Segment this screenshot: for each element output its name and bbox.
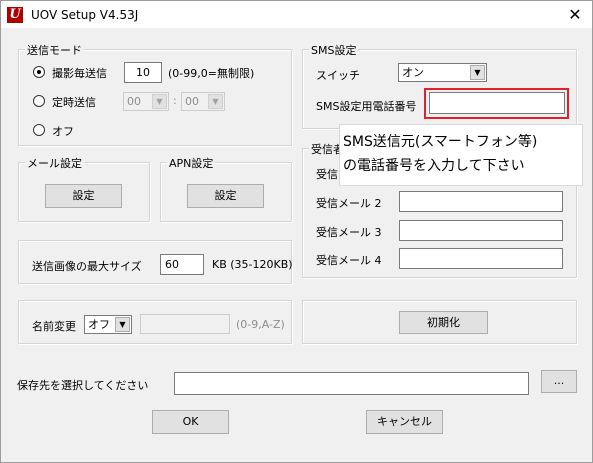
send-mode-title: 送信モード	[25, 42, 84, 58]
recipient-2-input[interactable]	[399, 191, 563, 212]
recipient-3-label: 受信メール 3	[316, 226, 382, 239]
rename-label: 名前変更	[32, 320, 76, 333]
image-size-input[interactable]: 60	[160, 254, 204, 275]
highlight-box	[424, 88, 569, 119]
ok-button[interactable]: OK	[152, 410, 229, 434]
timed-hour-select[interactable]: 00 ▼	[123, 92, 169, 111]
chevron-down-icon: ▼	[208, 94, 223, 109]
timed-label: 定時送信	[52, 96, 96, 109]
recipient-3-input[interactable]	[399, 220, 563, 241]
timed-separator: :	[173, 94, 177, 107]
image-size-label: 送信画像の最大サイズ	[32, 260, 142, 273]
chevron-down-icon: ▼	[470, 65, 485, 80]
cancel-button[interactable]: キャンセル	[366, 410, 443, 434]
sms-phone-label: SMS設定用電話番号	[316, 100, 417, 113]
save-location-label: 保存先を選択してください	[17, 379, 149, 392]
rename-input[interactable]	[140, 314, 230, 334]
browse-button[interactable]: ...	[541, 370, 577, 393]
recipient-2-label: 受信メール 2	[316, 197, 382, 210]
sms-settings-title: SMS設定	[309, 42, 359, 58]
per-shot-label: 撮影毎送信	[52, 67, 107, 80]
off-label: オフ	[52, 125, 74, 138]
rename-select[interactable]: オフ ▼	[84, 315, 132, 334]
timed-hour-value: 00	[127, 95, 141, 108]
app-icon: U	[7, 7, 23, 23]
radio-selected-dot	[37, 70, 41, 74]
mail-settings-button[interactable]: 設定	[45, 184, 122, 208]
chevron-down-icon: ▼	[115, 317, 130, 332]
close-icon[interactable]: ✕	[559, 3, 591, 27]
mail-settings-title: メール設定	[25, 155, 84, 171]
recipient-4-input[interactable]	[399, 248, 563, 269]
sms-switch-label: スイッチ	[316, 69, 360, 82]
image-size-unit: KB (35-120KB)	[212, 258, 293, 271]
recipient-1-label: 受信	[316, 168, 338, 181]
sms-switch-select[interactable]: オン ▼	[398, 63, 487, 82]
sms-phone-tooltip: SMS送信元(スマートフォン等) の電話番号を入力して下さい	[339, 124, 583, 186]
recipient-4-label: 受信メール 4	[316, 254, 382, 267]
tooltip-line-1: SMS送信元(スマートフォン等)	[343, 134, 538, 150]
per-shot-interval-input[interactable]: 10	[124, 62, 162, 83]
timed-minute-select[interactable]: 00 ▼	[181, 92, 225, 111]
chevron-down-icon: ▼	[152, 94, 167, 109]
tooltip-line-2: の電話番号を入力して下さい	[343, 158, 525, 174]
per-shot-hint: (0-99,0=無制限)	[168, 67, 255, 80]
rename-hint: (0-9,A-Z)	[236, 318, 285, 331]
rename-value: オフ	[88, 318, 110, 331]
off-radio[interactable]	[33, 124, 45, 136]
timed-radio[interactable]	[33, 95, 45, 107]
timed-minute-value: 00	[185, 95, 199, 108]
apn-settings-title: APN設定	[167, 155, 216, 171]
per-shot-radio[interactable]	[33, 66, 45, 78]
title-bar: U UOV Setup V4.53J ✕	[0, 0, 593, 28]
initialize-button[interactable]: 初期化	[399, 311, 488, 334]
apn-settings-button[interactable]: 設定	[187, 184, 264, 208]
save-location-input[interactable]	[174, 372, 529, 395]
sms-switch-value: オン	[402, 66, 424, 79]
window-title: UOV Setup V4.53J	[31, 8, 139, 22]
